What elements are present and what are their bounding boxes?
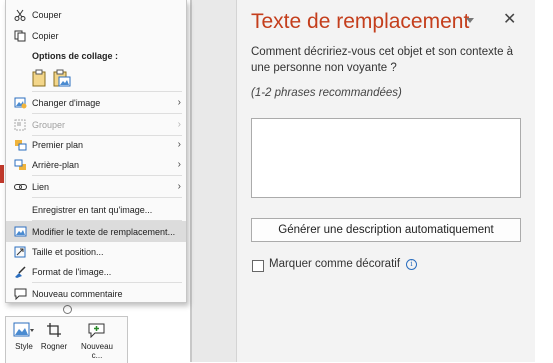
menu-item-group[interactable]: Grouper › xyxy=(6,114,186,135)
menu-item-new-comment[interactable]: Nouveau commentaire xyxy=(6,283,186,304)
menu-item-label: Copier xyxy=(32,30,59,41)
generate-description-button[interactable]: Générer une description automatiquement xyxy=(251,218,521,242)
link-icon xyxy=(13,180,27,194)
alt-text-input[interactable] xyxy=(251,118,521,198)
new-label-line2: c... xyxy=(91,351,103,360)
chevron-right-icon: › xyxy=(177,139,181,150)
menu-item-link[interactable]: Lien › xyxy=(6,176,186,197)
menu-item-label: Lien xyxy=(32,181,50,192)
bring-forward-icon xyxy=(13,138,27,152)
menu-item-label: Grouper xyxy=(32,119,66,130)
mini-toolbar: Style Rogner Nouveau c... xyxy=(5,316,128,363)
comment-icon xyxy=(13,287,27,301)
style-button[interactable]: Style xyxy=(10,321,38,351)
menu-item-label: Changer d'image xyxy=(32,97,101,108)
copy-icon xyxy=(13,29,27,43)
slide-edge xyxy=(190,0,192,362)
chevron-right-icon: › xyxy=(177,159,181,170)
menu-item-copy[interactable]: Copier xyxy=(6,25,186,46)
chevron-right-icon: › xyxy=(177,119,181,130)
alt-text-pane: Texte de remplacement ✕ Comment décririe… xyxy=(236,0,536,362)
scissors-icon xyxy=(13,8,27,22)
crop-button[interactable]: Rogner xyxy=(38,321,70,351)
rotation-handle[interactable] xyxy=(63,305,72,314)
alt-text-icon xyxy=(13,225,27,239)
info-icon[interactable]: i xyxy=(406,259,417,270)
crop-icon xyxy=(38,321,70,339)
send-backward-icon xyxy=(13,158,27,172)
menu-item-label: Modifier le texte de remplacement... xyxy=(32,226,176,237)
close-icon[interactable]: ✕ xyxy=(503,9,516,29)
menu-item-cut[interactable]: Couper xyxy=(6,4,186,25)
crop-label: Rogner xyxy=(40,342,68,351)
pane-hint: (1-2 phrases recommandées) xyxy=(251,87,402,99)
paste-keep-format-icon[interactable] xyxy=(32,69,48,87)
style-label: Style xyxy=(15,342,33,351)
slide-content-fragment xyxy=(0,165,4,183)
menu-item-save-as-image[interactable]: Enregistrer en tant qu'image... xyxy=(6,199,186,220)
menu-item-label: Enregistrer en tant qu'image... xyxy=(32,204,153,215)
pane-question: Comment décririez-vous cet objet et son … xyxy=(251,46,514,74)
paste-options-title: Options de collage : xyxy=(32,51,119,61)
chevron-right-icon: › xyxy=(177,97,181,108)
new-comment-icon xyxy=(76,321,118,339)
decorative-checkbox[interactable] xyxy=(252,260,264,272)
pane-options-chevron-down-icon[interactable] xyxy=(466,18,474,23)
menu-item-change-image[interactable]: Changer d'image › xyxy=(6,92,186,113)
menu-item-label: Taille et position... xyxy=(32,246,104,257)
menu-item-label: Couper xyxy=(32,9,62,20)
menu-item-edit-alt-text[interactable]: Modifier le texte de remplacement... xyxy=(6,221,186,242)
menu-item-label: Nouveau commentaire xyxy=(32,288,123,299)
new-label-line1: Nouveau xyxy=(80,342,114,351)
menu-item-size-position[interactable]: Taille et position... xyxy=(6,241,186,262)
menu-item-format-image[interactable]: Format de l'image... xyxy=(6,261,186,282)
menu-separator xyxy=(32,197,182,198)
paste-as-image-icon[interactable] xyxy=(53,69,71,87)
format-image-icon xyxy=(13,265,27,279)
size-position-icon xyxy=(13,245,27,259)
chevron-right-icon: › xyxy=(177,181,181,192)
decorative-label: Marquer comme décoratif xyxy=(269,258,401,270)
menu-item-label: Arrière-plan xyxy=(32,159,80,170)
pane-title: Texte de remplacement xyxy=(251,10,470,33)
menu-item-label: Premier plan xyxy=(32,139,84,150)
menu-item-label: Format de l'image... xyxy=(32,266,112,277)
context-menu: Couper Copier Options de collage : Chang… xyxy=(5,0,187,303)
menu-item-bring-forward[interactable]: Premier plan › xyxy=(6,134,186,155)
picture-style-icon xyxy=(10,321,38,339)
menu-item-send-backward[interactable]: Arrière-plan › xyxy=(6,154,186,175)
group-icon xyxy=(13,118,27,132)
change-image-icon xyxy=(13,96,27,110)
window-right-margin xyxy=(535,0,553,362)
new-comment-button[interactable]: Nouveau c... xyxy=(76,321,118,360)
